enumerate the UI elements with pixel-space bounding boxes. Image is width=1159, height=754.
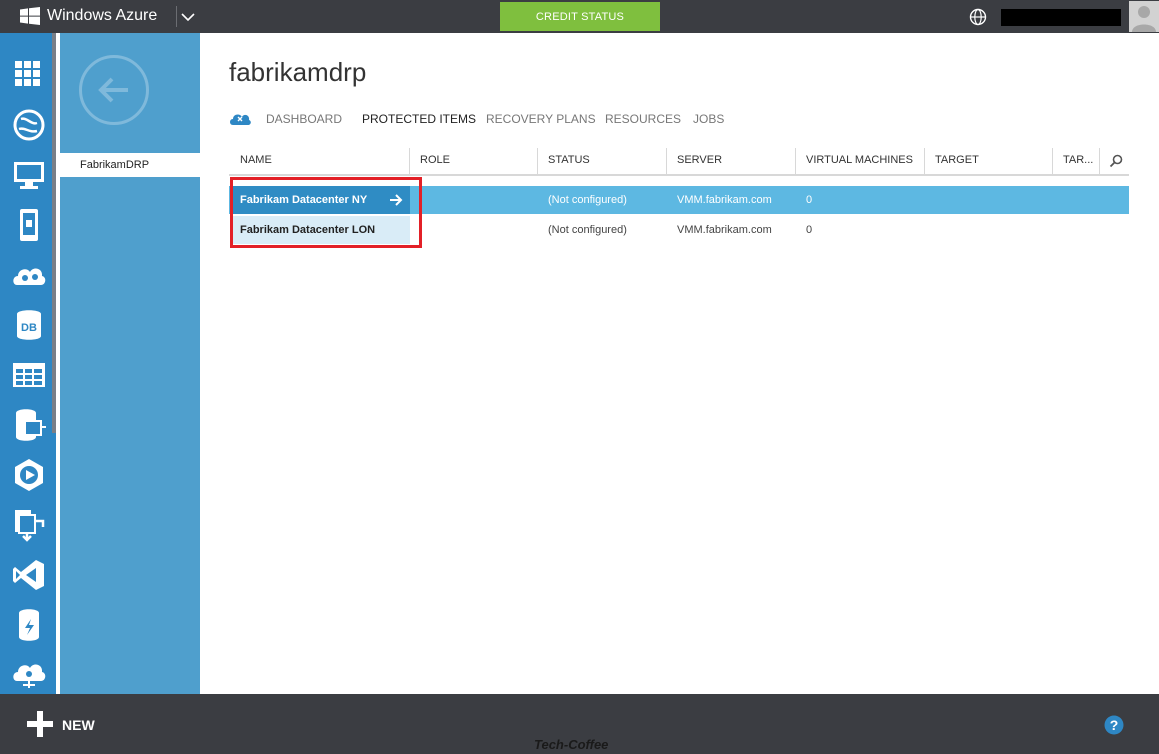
table-header: NAME ROLE STATUS SERVER VIRTUAL MACHINES… xyxy=(229,148,1129,176)
back-button[interactable] xyxy=(79,55,149,125)
column-divider xyxy=(1052,148,1053,174)
row-server: VMM.fabrikam.com xyxy=(677,224,772,236)
row-status: (Not configured) xyxy=(548,194,627,206)
service-bus-icon[interactable] xyxy=(11,655,47,691)
chevron-down-icon[interactable] xyxy=(181,10,195,24)
tab-recovery-plans[interactable]: RECOVERY PLANS xyxy=(486,112,596,126)
cloud-services-icon[interactable] xyxy=(11,257,47,293)
column-divider xyxy=(409,148,410,174)
new-button[interactable]: NEW xyxy=(62,717,95,733)
tab-protected-items[interactable]: PROTECTED ITEMS xyxy=(362,112,476,126)
avatar-icon[interactable] xyxy=(1129,1,1159,32)
web-sites-icon[interactable] xyxy=(11,107,47,143)
column-divider xyxy=(666,148,667,174)
tab-dashboard[interactable]: DASHBOARD xyxy=(266,112,342,126)
page-title: fabrikamdrp xyxy=(229,57,367,87)
service-rail: DB xyxy=(0,33,56,694)
account-name-redacted[interactable] xyxy=(1001,9,1121,26)
column-status[interactable]: STATUS xyxy=(548,154,590,166)
annotation-highlight-box xyxy=(230,177,422,248)
column-target-2[interactable]: TAR... xyxy=(1063,154,1093,166)
all-items-icon[interactable] xyxy=(11,57,47,93)
brand-title[interactable]: Windows Azure xyxy=(47,7,157,25)
svg-text:?: ? xyxy=(1110,717,1119,733)
recovery-services-icon[interactable] xyxy=(11,507,47,543)
globe-icon[interactable] xyxy=(969,8,987,26)
column-target[interactable]: TARGET xyxy=(935,154,979,166)
recovery-cloud-icon xyxy=(230,114,251,125)
rail-scrollbar[interactable] xyxy=(52,33,56,433)
credit-status-button[interactable]: CREDIT STATUS xyxy=(500,2,660,31)
column-name[interactable]: NAME xyxy=(240,154,272,166)
tab-jobs[interactable]: JOBS xyxy=(693,112,724,126)
media-services-icon[interactable] xyxy=(11,457,47,493)
divider xyxy=(176,6,177,27)
help-icon[interactable]: ? xyxy=(1104,715,1124,735)
visual-studio-icon[interactable] xyxy=(11,557,47,593)
svg-text:DB: DB xyxy=(21,322,37,334)
column-server[interactable]: SERVER xyxy=(677,154,722,166)
virtual-machines-icon[interactable] xyxy=(11,157,47,193)
row-status: (Not configured) xyxy=(548,224,627,236)
mobile-services-icon[interactable] xyxy=(11,207,47,243)
sql-databases-icon[interactable]: DB xyxy=(11,307,47,343)
column-divider xyxy=(537,148,538,174)
tab-resources[interactable]: RESOURCES xyxy=(605,112,681,126)
search-icon[interactable] xyxy=(1109,154,1123,168)
column-role[interactable]: ROLE xyxy=(420,154,450,166)
column-divider xyxy=(924,148,925,174)
back-arrow-icon xyxy=(98,77,128,103)
secondary-nav: FabrikamDRP xyxy=(60,33,200,694)
top-bar: Windows Azure CREDIT STATUS xyxy=(0,0,1159,33)
column-virtual-machines[interactable]: VIRTUAL MACHINES xyxy=(806,154,913,166)
subnav-item-fabrikamdrp[interactable]: FabrikamDRP xyxy=(60,153,200,177)
row-server: VMM.fabrikam.com xyxy=(677,194,772,206)
column-divider xyxy=(795,148,796,174)
cache-icon[interactable] xyxy=(11,607,47,643)
hdinsight-icon[interactable] xyxy=(11,407,47,443)
watermark-text: Tech-Coffee xyxy=(534,737,609,752)
row-vm-count: 0 xyxy=(806,224,813,236)
column-divider xyxy=(1099,148,1100,174)
windows-logo-icon[interactable] xyxy=(20,7,40,25)
row-vm-count: 0 xyxy=(806,194,813,206)
plus-icon[interactable] xyxy=(27,711,53,737)
bottom-command-bar: NEW ? Tech-Coffee xyxy=(0,694,1159,754)
storage-icon[interactable] xyxy=(11,357,47,393)
